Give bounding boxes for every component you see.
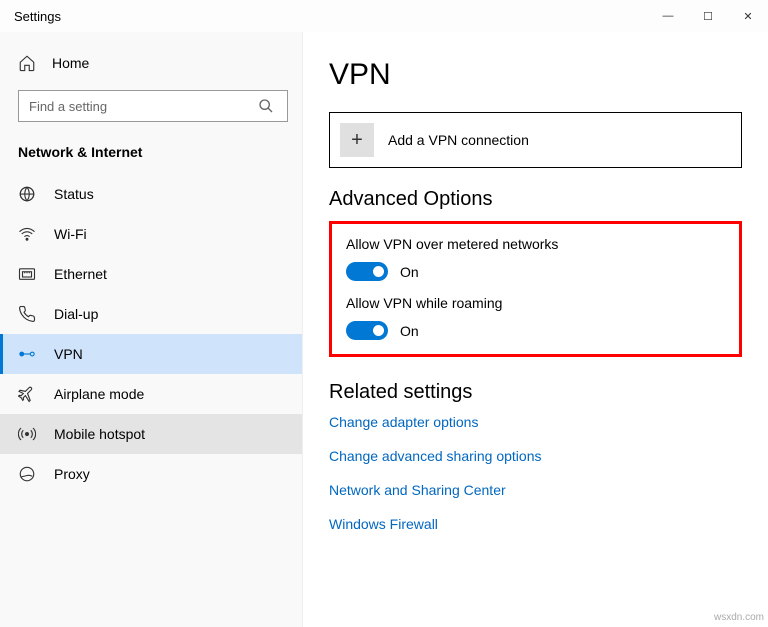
add-vpn-label: Add a VPN connection xyxy=(388,132,529,148)
close-button[interactable]: ✕ xyxy=(728,0,768,32)
related-links: Change adapter options Change advanced s… xyxy=(329,414,742,532)
toggle-metered: Allow VPN over metered networks On xyxy=(346,236,725,281)
sidebar-item-status[interactable]: Status xyxy=(0,174,302,214)
link-sharing-options[interactable]: Change advanced sharing options xyxy=(329,448,742,464)
toggle-state: On xyxy=(400,323,419,339)
sidebar-item-vpn[interactable]: VPN xyxy=(0,334,302,374)
window-title: Settings xyxy=(14,9,61,24)
search-input[interactable] xyxy=(18,90,288,122)
sidebar-section-header: Network & Internet xyxy=(0,134,302,174)
link-adapter-options[interactable]: Change adapter options xyxy=(329,414,742,430)
toggle-switch-metered[interactable] xyxy=(346,262,388,281)
sidebar-item-label: Proxy xyxy=(54,466,90,482)
search-icon xyxy=(258,98,274,114)
plus-icon: + xyxy=(340,123,374,157)
status-icon xyxy=(18,185,36,203)
toggle-row: On xyxy=(346,321,725,340)
sidebar-item-dialup[interactable]: Dial-up xyxy=(0,294,302,334)
dialup-icon xyxy=(18,305,36,323)
toggle-label: Allow VPN over metered networks xyxy=(346,236,725,252)
sidebar-item-label: VPN xyxy=(54,346,83,362)
sidebar-item-hotspot[interactable]: Mobile hotspot xyxy=(0,414,302,454)
toggle-label: Allow VPN while roaming xyxy=(346,295,725,311)
airplane-icon xyxy=(18,385,36,403)
sidebar-item-label: Airplane mode xyxy=(54,386,144,402)
wifi-icon xyxy=(18,225,36,243)
toggle-roaming: Allow VPN while roaming On xyxy=(346,295,725,340)
toggle-row: On xyxy=(346,262,725,281)
home-label: Home xyxy=(52,55,89,71)
sidebar-item-label: Wi-Fi xyxy=(54,226,87,242)
advanced-options-title: Advanced Options xyxy=(329,188,742,211)
link-sharing-center[interactable]: Network and Sharing Center xyxy=(329,482,742,498)
home-icon xyxy=(18,54,36,72)
highlight-box: Allow VPN over metered networks On Allow… xyxy=(329,221,742,357)
ethernet-icon xyxy=(18,265,36,283)
sidebar: Home Network & Internet Status Wi-Fi xyxy=(0,32,303,627)
minimize-button[interactable]: — xyxy=(648,0,688,32)
search-wrap xyxy=(0,82,302,134)
sidebar-item-wifi[interactable]: Wi-Fi xyxy=(0,214,302,254)
sidebar-item-label: Dial-up xyxy=(54,306,98,322)
content: Home Network & Internet Status Wi-Fi xyxy=(0,32,768,627)
sidebar-item-airplane[interactable]: Airplane mode xyxy=(0,374,302,414)
sidebar-item-ethernet[interactable]: Ethernet xyxy=(0,254,302,294)
proxy-icon xyxy=(18,465,36,483)
vpn-icon xyxy=(18,345,36,363)
watermark: wsxdn.com xyxy=(714,612,764,623)
toggle-state: On xyxy=(400,264,419,280)
maximize-button[interactable]: ☐ xyxy=(688,0,728,32)
toggle-switch-roaming[interactable] xyxy=(346,321,388,340)
sidebar-item-label: Status xyxy=(54,186,94,202)
sidebar-item-proxy[interactable]: Proxy xyxy=(0,454,302,494)
sidebar-item-label: Mobile hotspot xyxy=(54,426,145,442)
main-panel: VPN + Add a VPN connection Advanced Opti… xyxy=(303,32,768,627)
related-settings-title: Related settings xyxy=(329,381,742,404)
home-nav[interactable]: Home xyxy=(0,44,302,82)
toggle-knob xyxy=(373,325,384,336)
sidebar-item-label: Ethernet xyxy=(54,266,107,282)
toggle-knob xyxy=(373,266,384,277)
hotspot-icon xyxy=(18,425,36,443)
page-title: VPN xyxy=(329,58,742,92)
window-controls: — ☐ ✕ xyxy=(648,0,768,32)
link-firewall[interactable]: Windows Firewall xyxy=(329,516,742,532)
add-vpn-button[interactable]: + Add a VPN connection xyxy=(329,112,742,168)
titlebar: Settings — ☐ ✕ xyxy=(0,0,768,32)
